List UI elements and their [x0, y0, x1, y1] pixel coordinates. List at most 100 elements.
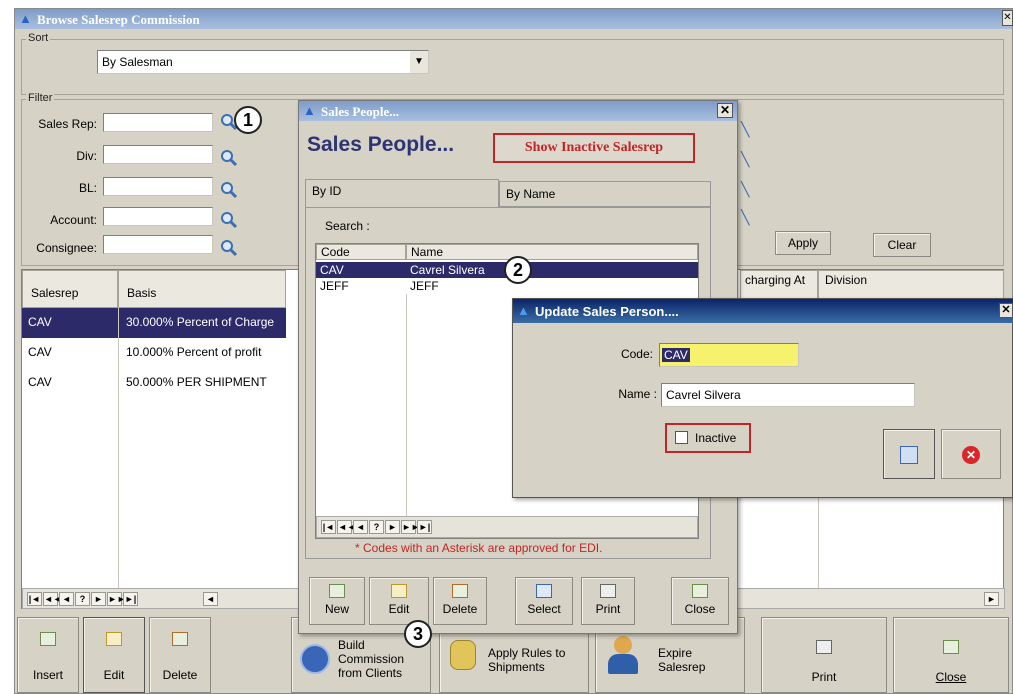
header-salesrep[interactable]: Salesrep	[22, 270, 118, 308]
bl-input[interactable]	[103, 177, 213, 196]
prev-page-button[interactable]: ◄◄	[43, 592, 62, 606]
list-item[interactable]: JEFF JEFF	[316, 278, 698, 294]
first-record-button[interactable]: |◄	[27, 592, 42, 606]
popup-delete-button[interactable]: Delete	[433, 577, 487, 625]
name-input[interactable]: Cavrel Silvera	[661, 383, 915, 407]
code-input[interactable]: CAV	[659, 343, 799, 367]
close-label: Close	[935, 670, 967, 684]
select-button[interactable]: Select	[515, 577, 573, 625]
apply-rules-label: Apply Rules to Shipments	[488, 646, 566, 674]
scroll-right-icon[interactable]: ►	[984, 592, 999, 606]
record-navigator: |◄ ◄◄◄? ► ►►►|	[27, 592, 139, 606]
edit-button[interactable]: Edit	[83, 617, 145, 693]
expire-salesrep-label: Expire Salesrep	[658, 646, 706, 674]
cell-basis: 10.000% Percent of profit	[126, 345, 262, 359]
table-row[interactable]: CAV 50.000% PER SHIPMENT	[22, 368, 286, 398]
popup-print-button[interactable]: Print	[581, 577, 635, 625]
user-icon	[608, 636, 638, 676]
next-record-button[interactable]: ►	[91, 592, 106, 606]
delete-button[interactable]: Delete	[149, 617, 211, 693]
save-button[interactable]	[883, 429, 935, 479]
sales-rep-input[interactable]	[103, 113, 213, 132]
clear-button[interactable]: Clear	[873, 233, 931, 257]
close-icon[interactable]: ✕	[1002, 10, 1013, 26]
list-header-name[interactable]: Name	[406, 244, 698, 260]
delete-icon	[172, 632, 188, 646]
sort-group: Sort By Salesman ▼	[21, 32, 1004, 95]
insert-label: Insert	[32, 668, 63, 682]
tab-by-name[interactable]: By Name	[499, 181, 711, 207]
find-button[interactable]: ?	[75, 592, 90, 606]
next-record-button[interactable]: ►	[385, 520, 400, 534]
apply-button[interactable]: Apply	[775, 231, 831, 255]
list-nav-bar: |◄ ◄◄◄? ► ►►►|	[316, 516, 698, 538]
name-label: Name :	[618, 387, 657, 401]
new-label: New	[324, 602, 349, 616]
show-inactive-button[interactable]: Show Inactive Salesrep	[493, 133, 695, 163]
prev-record-button[interactable]: ◄	[353, 520, 368, 534]
prev-record-button[interactable]: ◄	[59, 592, 74, 606]
popup-edit-label: Edit	[388, 602, 410, 616]
find-button[interactable]: ?	[369, 520, 384, 534]
inactive-checkbox[interactable]	[675, 431, 688, 444]
chevron-down-icon[interactable]: ▼	[410, 51, 428, 73]
close-icon[interactable]: ✕	[999, 303, 1013, 318]
scroll-left-icon[interactable]: ◄	[203, 592, 218, 606]
cell-basis: 30.000% Percent of Charge	[126, 315, 275, 329]
next-page-button[interactable]: ►►	[401, 520, 420, 534]
next-page-button[interactable]: ►►	[107, 592, 126, 606]
inactive-highlight: Inactive	[665, 423, 751, 453]
tab-by-id[interactable]: By ID	[305, 179, 499, 207]
callout-1: 1	[234, 106, 262, 134]
insert-button[interactable]: Insert	[17, 617, 79, 693]
select-label: Select	[527, 602, 561, 616]
app-logo-icon: ▲	[303, 103, 316, 118]
edit-label: Edit	[103, 668, 125, 682]
edi-note: * Codes with an Asterisk are approved fo…	[355, 541, 603, 555]
new-button[interactable]: New	[309, 577, 365, 625]
cell-salesrep: CAV	[28, 345, 52, 359]
close-icon[interactable]: ✕	[717, 103, 733, 118]
header-basis[interactable]: Basis	[118, 270, 286, 308]
item-name: JEFF	[410, 279, 439, 293]
code-label: Code:	[620, 347, 653, 361]
print-button[interactable]: Print	[761, 617, 887, 693]
div-input[interactable]	[103, 145, 213, 164]
cell-basis: 50.000% PER SHIPMENT	[126, 375, 267, 389]
callout-2: 2	[504, 256, 532, 284]
select-icon	[536, 584, 552, 598]
prev-page-button[interactable]: ◄◄	[337, 520, 356, 534]
app-logo-icon: ▲	[19, 11, 32, 26]
record-navigator: |◄ ◄◄◄? ► ►►►|	[321, 520, 433, 534]
item-code: JEFF	[320, 279, 349, 293]
update-sales-person-dialog: ▲ Update Sales Person.... ✕ Code: CAV Na…	[512, 298, 1013, 498]
bl-search-icon[interactable]	[220, 181, 238, 199]
account-input[interactable]	[103, 207, 213, 226]
close-button[interactable]: Close	[893, 617, 1009, 693]
main-title-bar: ▲ Browse Salesrep Commission	[15, 9, 1012, 29]
consignee-search-icon[interactable]	[220, 239, 238, 257]
div-search-icon[interactable]	[220, 149, 238, 167]
sort-select[interactable]: By Salesman ▼	[97, 50, 429, 74]
consignee-input[interactable]	[103, 235, 213, 254]
table-row[interactable]: CAV 30.000% Percent of Charge	[22, 308, 286, 338]
cancel-icon: ✕	[962, 446, 980, 464]
popup-edit-button[interactable]: Edit	[369, 577, 429, 625]
extra-search-icon: ╲	[741, 121, 750, 137]
list-header-code[interactable]: Code	[316, 244, 406, 260]
edit-icon	[391, 584, 407, 598]
new-icon	[329, 584, 345, 598]
cancel-button[interactable]: ✕	[941, 429, 1001, 479]
account-label: Account:	[50, 213, 97, 227]
account-search-icon[interactable]	[220, 211, 238, 229]
extra-search-icon: ╲	[741, 181, 750, 197]
popup-close-button[interactable]: Close	[671, 577, 729, 625]
table-row[interactable]: CAV 10.000% Percent of profit	[22, 338, 286, 368]
name-value: Cavrel Silvera	[666, 388, 741, 402]
cell-salesrep: CAV	[28, 315, 52, 329]
last-record-button[interactable]: ►|	[417, 520, 432, 534]
build-commission-label: Build Commission from Clients	[338, 638, 405, 680]
last-record-button[interactable]: ►|	[123, 592, 138, 606]
printer-icon	[600, 584, 616, 598]
first-record-button[interactable]: |◄	[321, 520, 336, 534]
